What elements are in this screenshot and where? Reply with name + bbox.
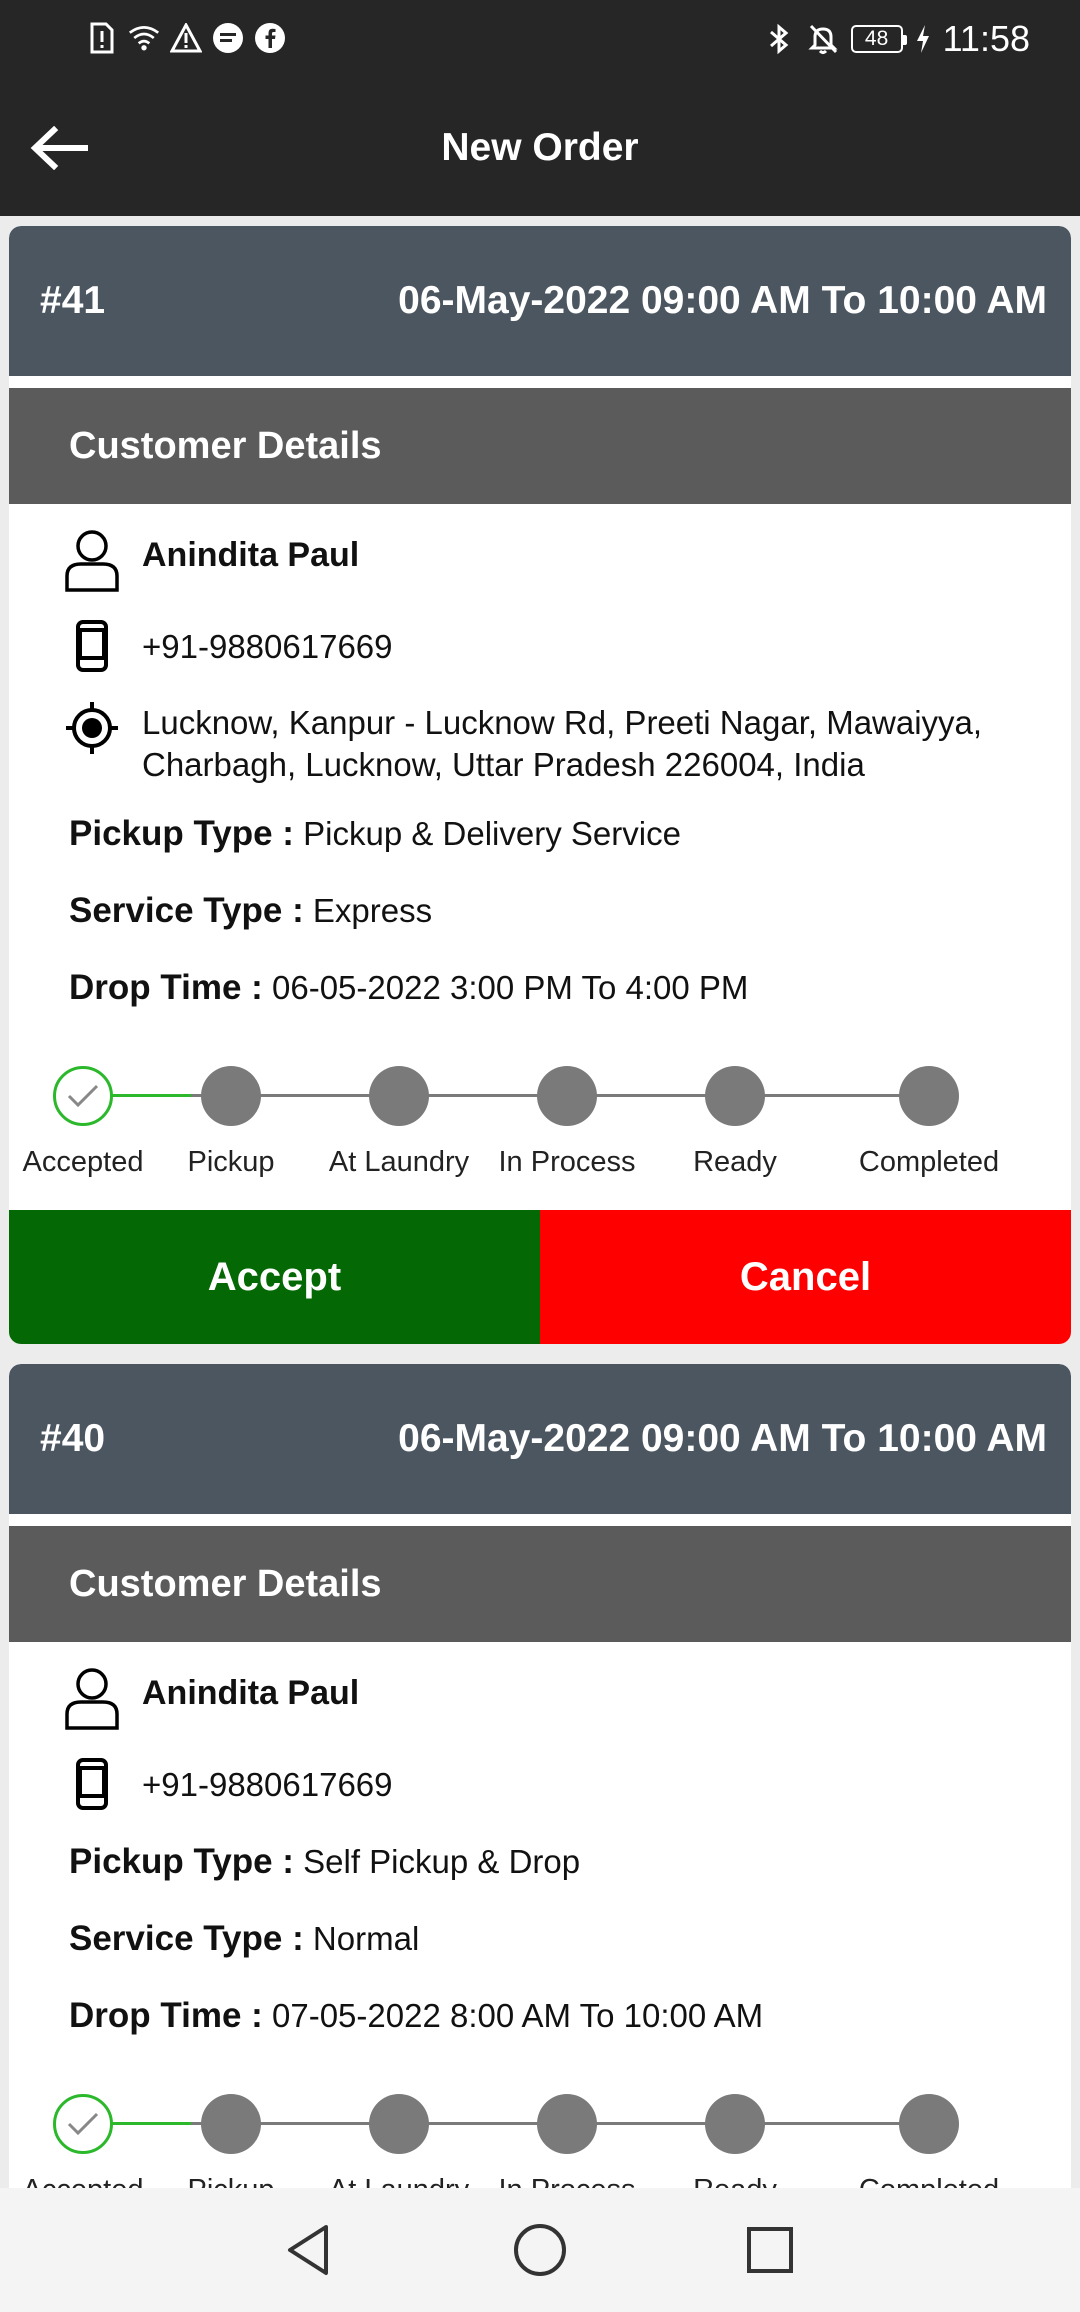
order-card[interactable]: #41 06-May-2022 09:00 AM To 10:00 AM Cus… xyxy=(9,226,1071,1344)
step-pending-dot xyxy=(201,2094,261,2154)
step-label: Completed xyxy=(858,1146,1000,1178)
drop-time-value: 06-05-2022 3:00 PM To 4:00 PM xyxy=(272,969,749,1006)
order-slot: 06-May-2022 09:00 AM To 10:00 AM xyxy=(398,279,1047,322)
person-icon xyxy=(59,1666,125,1732)
pickup-type-value: Pickup & Delivery Service xyxy=(303,815,681,852)
drop-time-line: Drop Time : 07-05-2022 8:00 AM To 10:00 … xyxy=(69,1996,763,2036)
customer-phone[interactable]: +91-9880617669 xyxy=(142,1764,1051,1806)
customer-name: Anindita Paul xyxy=(142,536,360,574)
step-pending-dot xyxy=(201,1066,261,1126)
wifi-icon xyxy=(128,22,160,54)
order-slot: 06-May-2022 09:00 AM To 10:00 AM xyxy=(398,1417,1047,1460)
app-bar: New Order xyxy=(0,80,1080,216)
customer-name: Anindita Paul xyxy=(142,1674,360,1712)
service-type-label: Service Type : xyxy=(69,891,304,930)
facebook-icon xyxy=(254,22,286,54)
cancel-button[interactable]: Cancel xyxy=(540,1210,1071,1344)
check-icon xyxy=(67,1084,99,1108)
pickup-type-label: Pickup Type : xyxy=(69,1842,294,1881)
step-done-dot xyxy=(53,1066,113,1126)
order-actions: Accept Cancel xyxy=(9,1210,1071,1344)
check-icon xyxy=(67,2112,99,2136)
pickup-type-label: Pickup Type : xyxy=(69,814,294,853)
step-label: Ready xyxy=(693,1146,777,1178)
step-label: Pickup xyxy=(187,1146,275,1178)
pickup-type-line: Pickup Type : Pickup & Delivery Service xyxy=(69,814,681,854)
customer-details-body: Anindita Paul +91-9880617669 Lucknow, Ka… xyxy=(9,504,1071,1344)
order-header: #41 06-May-2022 09:00 AM To 10:00 AM xyxy=(9,226,1071,376)
order-id: #40 xyxy=(40,1417,106,1460)
order-card[interactable]: #40 06-May-2022 09:00 AM To 10:00 AM Cus… xyxy=(9,1364,1071,2264)
person-icon xyxy=(59,528,125,594)
drop-time-label: Drop Time : xyxy=(69,1996,263,2035)
nav-recents-button[interactable] xyxy=(740,2220,800,2280)
service-type-value: Express xyxy=(312,892,433,929)
page-title: New Order xyxy=(441,126,639,169)
drop-time-label: Drop Time : xyxy=(69,968,263,1007)
service-type-line: Service Type : Normal xyxy=(69,1919,419,1959)
sim-alert-icon xyxy=(86,22,118,54)
step-label: Accepted xyxy=(22,1146,144,1178)
pickup-type-line: Pickup Type : Self Pickup & Drop xyxy=(69,1842,580,1882)
battery-icon: 48 xyxy=(850,25,907,53)
order-progress: Accepted Pickup At Laundry In Process Ready C… xyxy=(9,1066,1071,1186)
drop-time-value: 07-05-2022 8:00 AM To 10:00 AM xyxy=(272,1997,764,2034)
service-type-line: Service Type : Express xyxy=(69,891,432,931)
phone-icon xyxy=(59,1758,125,1810)
nav-home-button[interactable] xyxy=(510,2220,570,2280)
status-bar: 48 11:58 xyxy=(0,0,1080,80)
bluetooth-icon xyxy=(763,23,795,55)
customer-details-header: Customer Details xyxy=(9,1526,1071,1642)
drop-time-line: Drop Time : 06-05-2022 3:00 PM To 4:00 P… xyxy=(69,968,748,1008)
service-type-label: Service Type : xyxy=(69,1919,304,1958)
customer-details-header: Customer Details xyxy=(9,388,1071,504)
bell-off-icon xyxy=(807,23,839,55)
order-id: #41 xyxy=(40,279,106,322)
location-target-icon xyxy=(59,700,125,756)
step-pending-dot xyxy=(369,2094,429,2154)
phone-icon xyxy=(59,620,125,672)
step-pending-dot xyxy=(369,1066,429,1126)
system-nav-bar xyxy=(0,2188,1080,2312)
nav-back-button[interactable] xyxy=(278,2220,338,2280)
step-pending-dot xyxy=(705,1066,765,1126)
service-type-value: Normal xyxy=(312,1920,420,1957)
step-pending-dot xyxy=(705,2094,765,2154)
recents-square-icon xyxy=(747,2227,793,2273)
warning-icon xyxy=(170,22,202,54)
status-left-icons xyxy=(86,22,286,54)
step-pending-dot xyxy=(899,2094,959,2154)
step-label: At Laundry xyxy=(328,1146,470,1178)
status-right-icons: 48 11:58 xyxy=(763,18,1030,60)
step-pending-dot xyxy=(537,1066,597,1126)
step-pending-dot xyxy=(899,1066,959,1126)
order-header: #40 06-May-2022 09:00 AM To 10:00 AM xyxy=(9,1364,1071,1514)
home-circle-icon xyxy=(514,2224,566,2276)
step-pending-dot xyxy=(537,2094,597,2154)
step-label: In Process xyxy=(498,1146,636,1178)
accept-button[interactable]: Accept xyxy=(9,1210,540,1344)
charging-icon xyxy=(915,23,931,55)
status-time: 11:58 xyxy=(942,18,1030,59)
pickup-type-value: Self Pickup & Drop xyxy=(303,1843,581,1880)
step-done-dot xyxy=(53,2094,113,2154)
customer-phone[interactable]: +91-9880617669 xyxy=(142,626,1051,668)
back-triangle-icon xyxy=(288,2225,328,2275)
customer-address: Lucknow, Kanpur - Lucknow Rd, Preeti Nag… xyxy=(142,704,983,783)
customer-details-body: Anindita Paul +91-9880617669 Pickup Type… xyxy=(9,1642,1071,2264)
message-icon xyxy=(212,22,244,54)
